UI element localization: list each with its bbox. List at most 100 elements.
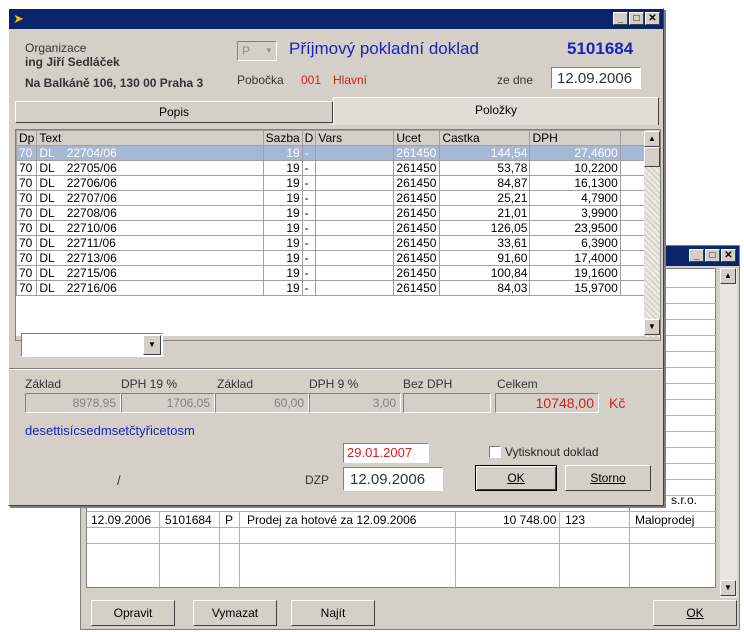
table-cell: 17,4000 (529, 250, 621, 266)
table-cell: - (301, 175, 317, 191)
column-header[interactable]: Ucet (393, 130, 441, 146)
value-celkem: 10748,00 (495, 393, 599, 413)
table-cell: 126,05 (439, 220, 531, 236)
maximize-icon[interactable]: □ (705, 249, 720, 262)
cell-doc-number: 22716/06 (66, 281, 117, 295)
table-cell: 25,21 (439, 190, 531, 206)
table-cell: 261450 (393, 280, 441, 296)
table-row[interactable]: 70 DL 22704/06 19- 261450 144,54 27,4600 (16, 145, 646, 161)
value-dph19: 1706,05 (121, 393, 215, 413)
table-cell: 19 (262, 265, 303, 281)
column-header[interactable] (619, 130, 646, 146)
chevron-down-icon: ▼ (265, 46, 273, 55)
background-row[interactable]: 12.09.2006 5101684 P Prodej za hotové za… (87, 511, 717, 529)
table-cell: 261450 (393, 145, 441, 161)
opravit-button[interactable]: Opravit (91, 600, 175, 626)
table-row[interactable]: 70 DL 22716/06 19- 261450 84,03 15,9700 (16, 280, 646, 296)
table-cell: 70 (16, 205, 38, 221)
table-row[interactable]: 70 DL 22710/06 19- 261450 126,05 23,9500 (16, 220, 646, 236)
table-cell: 19 (262, 280, 303, 296)
table-cell (315, 220, 395, 236)
storno-button[interactable]: Storno (565, 465, 651, 491)
minimize-icon[interactable]: _ (613, 12, 628, 25)
item-combo[interactable]: ▼ (21, 333, 163, 357)
table-cell (619, 235, 646, 251)
label-celkem: Celkem (497, 377, 538, 391)
table-row[interactable]: 70 DL 22715/06 19- 261450 100,84 19,1600 (16, 265, 646, 281)
scroll-down-icon[interactable]: ▼ (720, 580, 736, 596)
minimize-icon[interactable]: _ (689, 249, 704, 262)
scroll-thumb[interactable] (644, 147, 660, 167)
ok-button[interactable]: OK (475, 465, 557, 491)
table-cell: 261450 (393, 220, 441, 236)
maximize-icon[interactable]: □ (629, 12, 644, 25)
slash-text: / (117, 473, 121, 488)
cell-doc-number: 22713/06 (66, 251, 117, 265)
table-cell: 70 (16, 265, 38, 281)
cell-doc-number: 22710/06 (66, 221, 117, 235)
value-zaklad: 8978,95 (25, 393, 121, 413)
chevron-down-icon: ▼ (143, 335, 161, 355)
value-zaklad2: 60,00 (215, 393, 309, 413)
scroll-up-icon[interactable]: ▲ (720, 268, 736, 284)
table-cell: 100,84 (439, 265, 531, 281)
table-cell: - (301, 280, 317, 296)
branch-code: 001 (301, 73, 322, 87)
column-header[interactable]: DPH (529, 130, 621, 146)
close-icon[interactable]: ✕ (721, 249, 736, 262)
table-row[interactable]: 70 DL 22713/06 19- 261450 91,60 17,4000 (16, 250, 646, 266)
label-zaklad2: Základ (217, 377, 254, 391)
table-cell (619, 160, 646, 176)
value-bez-dph (403, 393, 491, 413)
items-scrollbar[interactable]: ▲ ▼ (644, 131, 660, 337)
tab-popis[interactable]: Popis (15, 101, 333, 123)
scroll-up-icon[interactable]: ▲ (644, 131, 660, 147)
items-grid[interactable]: Dp Text Sazba D Vars Ucet Castka DPH 70 DL 22704/… (15, 129, 661, 341)
dzp-field[interactable]: 12.09.2006 (343, 467, 443, 491)
table-cell: 91,60 (439, 250, 531, 266)
table-row[interactable]: 70 DL 22705/06 19- 261450 53,78 10,2200 (16, 160, 646, 176)
table-cell: 21,01 (439, 205, 531, 221)
type-select[interactable]: P ▼ (237, 41, 277, 61)
close-icon[interactable]: ✕ (645, 12, 660, 25)
scroll-down-icon[interactable]: ▼ (644, 319, 660, 335)
table-cell (619, 145, 646, 161)
table-cell: - (301, 205, 317, 221)
row-text: Prodej za hotové za 12.09.2006 (247, 513, 417, 527)
table-cell: DL 22708/06 (36, 205, 264, 221)
tab-polozky[interactable]: Položky (333, 97, 659, 125)
column-header[interactable]: Vars (315, 130, 395, 146)
row-date: 12.09.2006 (91, 513, 152, 527)
main-dialog: ➤ _ □ ✕ Organizace ing Jiří Sedláček Na … (8, 8, 664, 506)
row-type: P (225, 513, 234, 527)
najit-button[interactable]: Najít (291, 600, 375, 626)
background-scrollbar[interactable]: ▲ ▼ (720, 268, 737, 598)
column-header[interactable]: Sazba (262, 130, 303, 146)
table-cell: 6,3900 (529, 235, 621, 251)
table-cell: 16,1300 (529, 175, 621, 191)
column-header[interactable]: Dp (16, 130, 38, 146)
table-cell (315, 265, 395, 281)
table-row[interactable]: 70 DL 22711/06 19- 261450 33,61 6,3900 (16, 235, 646, 251)
date-field[interactable]: 12.09.2006 (551, 67, 641, 89)
table-cell (619, 250, 646, 266)
vymazat-button[interactable]: Vymazat (193, 600, 277, 626)
cell-prefix: DL (39, 251, 55, 265)
table-cell: 19 (262, 250, 303, 266)
print-checkbox[interactable] (489, 446, 501, 458)
table-cell: 19 (262, 145, 303, 161)
column-header[interactable]: D (301, 130, 317, 146)
table-cell: 261450 (393, 205, 441, 221)
table-cell: 84,03 (439, 280, 531, 296)
table-row[interactable]: 70 DL 22708/06 19- 261450 21,01 3,9900 (16, 205, 646, 221)
table-cell: 19 (262, 220, 303, 236)
column-header[interactable]: Castka (439, 130, 531, 146)
table-cell (619, 175, 646, 191)
table-row[interactable]: 70 DL 22706/06 19- 261450 84,87 16,1300 (16, 175, 646, 191)
table-row[interactable]: 70 DL 22707/06 19- 261450 25,21 4,7900 (16, 190, 646, 206)
table-cell: 70 (16, 145, 38, 161)
column-header[interactable]: Text (36, 130, 264, 146)
table-cell (315, 205, 395, 221)
table-cell: - (301, 145, 317, 161)
background-ok-button[interactable]: OK (653, 600, 737, 626)
